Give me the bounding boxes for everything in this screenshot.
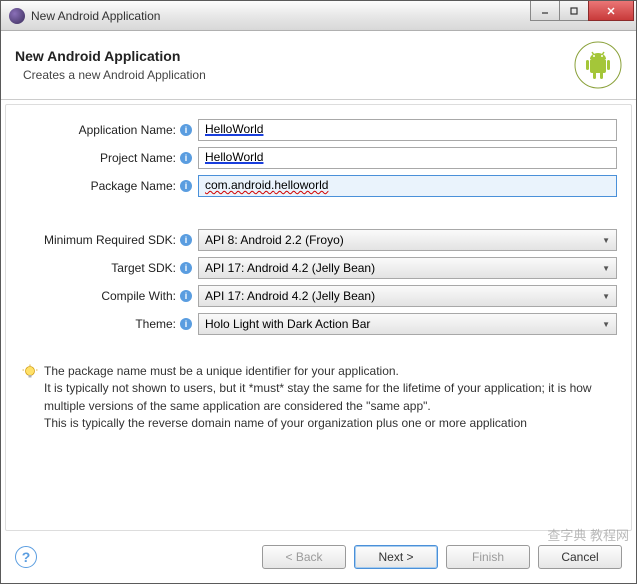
wizard-header: New Android Application Creates a new An…	[1, 31, 636, 100]
min-sdk-label: Minimum Required SDK:	[20, 233, 178, 247]
package-name-input[interactable]: com.android.helloworld	[198, 175, 617, 197]
cancel-button[interactable]: Cancel	[538, 545, 622, 569]
info-icon[interactable]: i	[180, 290, 192, 302]
minimize-button[interactable]	[530, 1, 560, 21]
package-name-label: Package Name:	[20, 179, 178, 193]
back-button[interactable]: < Back	[262, 545, 346, 569]
chevron-down-icon: ▼	[602, 320, 610, 329]
dialog-window: New Android Application New Android Appl…	[0, 0, 637, 584]
theme-label: Theme:	[20, 317, 178, 331]
compile-label: Compile With:	[20, 289, 178, 303]
info-icon[interactable]: i	[180, 152, 192, 164]
theme-select[interactable]: Holo Light with Dark Action Bar▼	[198, 313, 617, 335]
info-icon[interactable]: i	[180, 262, 192, 274]
page-title: New Android Application	[15, 48, 574, 64]
chevron-down-icon: ▼	[602, 264, 610, 273]
finish-button[interactable]: Finish	[446, 545, 530, 569]
maximize-button[interactable]	[559, 1, 589, 21]
chevron-down-icon: ▼	[602, 236, 610, 245]
hint-box: The package name must be a unique identi…	[20, 363, 617, 433]
info-icon[interactable]: i	[180, 180, 192, 192]
app-name-input[interactable]: HelloWorld	[198, 119, 617, 141]
page-subtitle: Creates a new Android Application	[15, 68, 574, 82]
compile-select[interactable]: API 17: Android 4.2 (Jelly Bean)▼	[198, 285, 617, 307]
hint-line: This is typically the reverse domain nam…	[44, 415, 615, 432]
wizard-footer: ? < Back Next > Finish Cancel	[1, 535, 636, 583]
next-button[interactable]: Next >	[354, 545, 438, 569]
hint-line: It is typically not shown to users, but …	[44, 380, 615, 415]
target-sdk-label: Target SDK:	[20, 261, 178, 275]
info-icon[interactable]: i	[180, 318, 192, 330]
project-name-label: Project Name:	[20, 151, 178, 165]
lightbulb-icon	[22, 364, 38, 380]
info-icon[interactable]: i	[180, 234, 192, 246]
window-title: New Android Application	[31, 9, 531, 23]
help-button[interactable]: ?	[15, 546, 37, 568]
hint-line: The package name must be a unique identi…	[44, 363, 615, 380]
chevron-down-icon: ▼	[602, 292, 610, 301]
close-button[interactable]	[588, 1, 634, 21]
titlebar[interactable]: New Android Application	[1, 1, 636, 31]
eclipse-icon	[9, 8, 25, 24]
android-icon	[574, 41, 622, 89]
info-icon[interactable]: i	[180, 124, 192, 136]
app-name-label: Application Name:	[20, 123, 178, 137]
target-sdk-select[interactable]: API 17: Android 4.2 (Jelly Bean)▼	[198, 257, 617, 279]
project-name-input[interactable]: HelloWorld	[198, 147, 617, 169]
min-sdk-select[interactable]: API 8: Android 2.2 (Froyo)▼	[198, 229, 617, 251]
wizard-content: Application Name: i HelloWorld Project N…	[5, 104, 632, 531]
